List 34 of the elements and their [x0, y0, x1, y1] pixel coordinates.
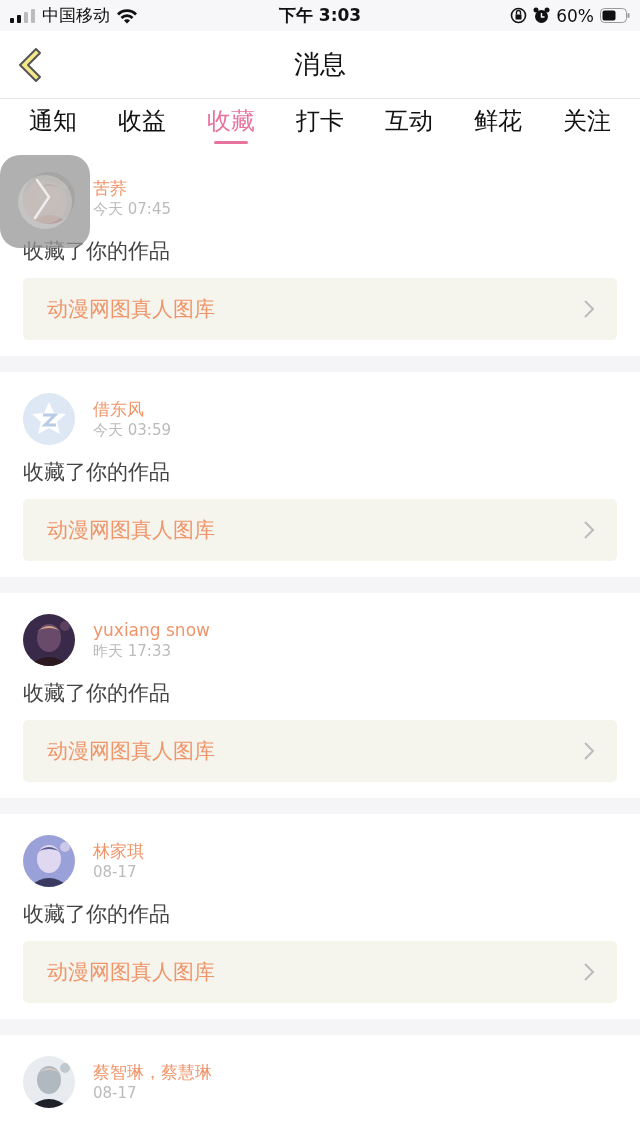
page-title: 消息: [294, 48, 346, 81]
message-time: 今天 07:45: [93, 199, 171, 219]
message-text: 收藏了你的作品: [23, 680, 171, 707]
user-name: 林家琪: [93, 840, 144, 862]
user-name: 苦荞: [93, 177, 128, 199]
clock-time: 下午 3:03: [278, 4, 362, 27]
signal-icon: [10, 8, 36, 23]
default-avatar-icon: [23, 393, 75, 445]
alarm-icon: [533, 7, 551, 24]
user-name: 借东风: [93, 398, 145, 420]
tab[interactable]: 鲜花: [453, 99, 543, 151]
carrier-name: 中国移动: [42, 4, 110, 27]
message-time: 今天 03:59: [93, 420, 171, 440]
tab[interactable]: 互动: [364, 99, 454, 151]
tab[interactable]: 通知: [8, 99, 98, 151]
tab[interactable]: 打卡: [275, 99, 365, 151]
wifi-icon: [116, 7, 138, 24]
tab[interactable]: 关注: [542, 99, 632, 151]
message-time: 昨天 17:33: [93, 641, 172, 661]
chevron-icon: [583, 741, 595, 761]
battery-percent: 60%: [556, 5, 594, 26]
chevron-icon: [583, 962, 595, 982]
message-text: 收藏了你的作品: [23, 238, 171, 265]
chevron-icon: [583, 520, 595, 540]
message-time: 08-17: [93, 862, 138, 882]
tab[interactable]: 收益: [97, 99, 187, 151]
user-name: yuxiang snow: [93, 619, 210, 641]
message-text: 收藏了你的作品: [23, 459, 171, 486]
orientation-lock-icon: [510, 7, 528, 24]
user-name: 蔡智琳，蔡慧琳: [93, 1061, 212, 1083]
message-time: 08-17: [93, 1083, 138, 1103]
chevron-icon: [583, 299, 595, 319]
message-text: 收藏了你的作品: [23, 901, 171, 928]
battery-icon: [600, 8, 630, 23]
